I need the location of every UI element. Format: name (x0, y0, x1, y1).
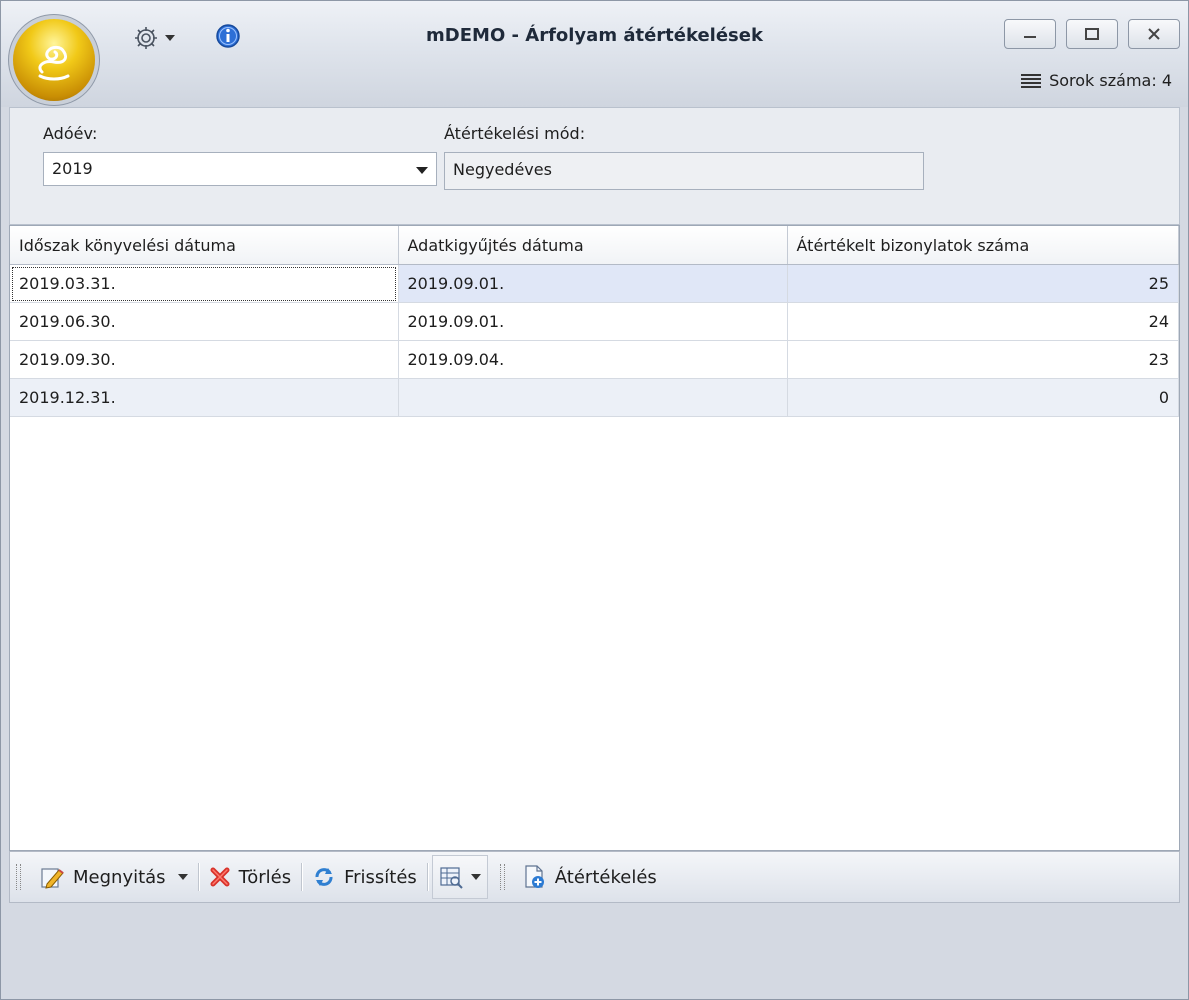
maximize-icon (1085, 28, 1099, 40)
cell-document-count[interactable]: 25 (787, 264, 1179, 303)
table-row[interactable]: 2019.03.31. 2019.09.01. 25 (10, 264, 1179, 303)
document-add-icon (525, 865, 544, 888)
view-dropdown-arrow[interactable] (470, 874, 481, 880)
grid-header-row: Időszak könyvelési dátuma Adatkigyűjtés … (10, 226, 1179, 265)
close-button[interactable] (1128, 19, 1180, 49)
minimize-button[interactable] (1004, 19, 1056, 49)
table-row[interactable]: 2019.09.30. 2019.09.04. 23 (10, 340, 1179, 379)
pencil-icon (41, 868, 64, 889)
refresh-button[interactable]: Frissítés (306, 855, 423, 899)
title-bar: mDEMO - Árfolyam átértékelések Sorok szá… (1, 1, 1188, 107)
column-header-period-date[interactable]: Időszak könyvelési dátuma (10, 226, 399, 265)
mode-value: Negyedéves (453, 160, 552, 179)
mode-label: Átértékelési mód: (444, 124, 586, 143)
mode-field: Negyedéves (444, 152, 924, 190)
cell-collection-date[interactable]: 2019.09.01. (398, 264, 788, 303)
revaluation-grid: Időszak könyvelési dátuma Adatkigyűjtés … (9, 225, 1180, 851)
open-label: Megnyitás (73, 866, 166, 888)
bottom-toolbar: Megnyitás Törlés Frissítés Átértékelés (9, 851, 1180, 903)
cell-period-date[interactable]: 2019.03.31. (10, 264, 399, 303)
cell-collection-date[interactable] (398, 378, 788, 417)
refresh-icon (315, 868, 333, 886)
table-row[interactable]: 2019.12.31. 0 (10, 378, 1179, 417)
cell-period-date[interactable]: 2019.12.31. (10, 378, 399, 417)
cell-document-count[interactable]: 24 (787, 302, 1179, 341)
minimize-icon (1024, 36, 1036, 38)
delete-button[interactable]: Törlés (203, 855, 298, 899)
rows-icon (1021, 73, 1042, 88)
chevron-down-icon[interactable] (416, 167, 428, 174)
app-window: mDEMO - Árfolyam átértékelések Sorok szá… (0, 0, 1189, 1000)
column-header-document-count[interactable]: Átértékelt bizonylatok száma (787, 226, 1179, 265)
red-x-icon (210, 867, 230, 887)
delete-label: Törlés (238, 866, 292, 888)
window-footer-area (9, 903, 1180, 993)
open-dropdown-arrow[interactable] (177, 874, 188, 880)
cell-collection-date[interactable]: 2019.09.04. (398, 340, 788, 379)
cell-document-count[interactable]: 23 (787, 340, 1179, 379)
year-value: 2019 (52, 159, 93, 178)
open-button[interactable]: Megnyitás (33, 855, 194, 899)
cell-period-date[interactable]: 2019.09.30. (10, 340, 399, 379)
filter-panel: Adóév: 2019 Átértékelési mód: Negyedéves (9, 107, 1180, 225)
cell-document-count[interactable]: 0 (787, 378, 1179, 417)
toolbar-separator (301, 863, 303, 891)
row-count-label: Sorok száma: 4 (1049, 71, 1172, 90)
refresh-label: Frissítés (344, 866, 417, 888)
toolbar-grip[interactable] (16, 864, 21, 890)
cell-period-date[interactable]: 2019.06.30. (10, 302, 399, 341)
revalue-button[interactable]: Átértékelés (517, 855, 663, 899)
toolbar-separator (197, 863, 199, 891)
close-icon (1148, 28, 1160, 40)
toolbar-separator (426, 863, 428, 891)
year-label: Adóév: (43, 124, 98, 143)
grid-view-icon (440, 867, 463, 889)
view-options-button[interactable] (431, 855, 488, 899)
cell-collection-date[interactable]: 2019.09.01. (398, 302, 788, 341)
revalue-label: Átértékelés (554, 866, 657, 888)
row-count: Sorok száma: 4 (1021, 71, 1172, 90)
column-header-collection-date[interactable]: Adatkigyűjtés dátuma (398, 226, 788, 265)
year-combobox[interactable]: 2019 (43, 152, 437, 186)
toolbar-grip[interactable] (499, 864, 505, 890)
table-row[interactable]: 2019.06.30. 2019.09.01. 24 (10, 302, 1179, 341)
maximize-button[interactable] (1066, 19, 1118, 49)
